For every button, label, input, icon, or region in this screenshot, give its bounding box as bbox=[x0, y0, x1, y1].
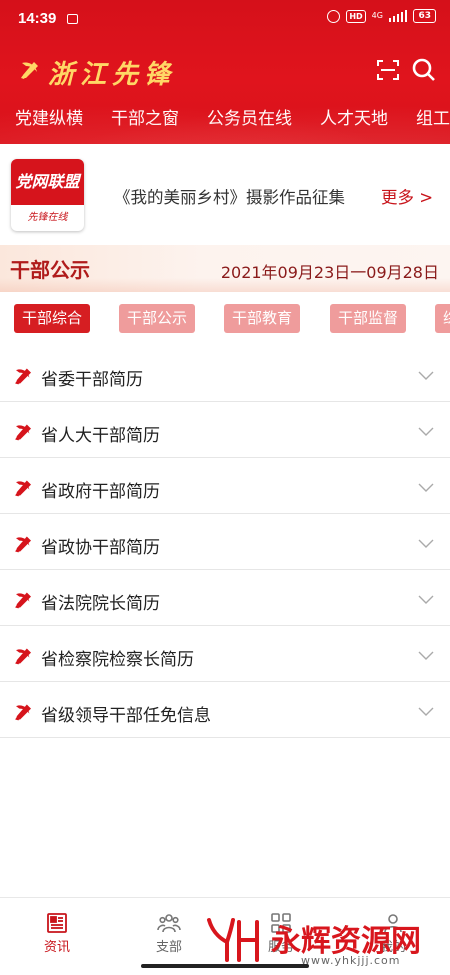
party-emblem-icon bbox=[15, 536, 31, 553]
list-item[interactable]: 省委干部简历 bbox=[0, 346, 450, 402]
chevron-down-icon bbox=[418, 483, 434, 492]
nav-tab-organization[interactable]: 组工 bbox=[416, 104, 450, 129]
nav-tab-cadre-window[interactable]: 干部之窗 bbox=[111, 104, 179, 129]
hd-badge: HD bbox=[346, 9, 366, 23]
tab-label: 资讯 bbox=[43, 940, 70, 955]
tab-news[interactable]: 资讯 bbox=[12, 898, 102, 968]
chevron-down-icon bbox=[418, 427, 434, 436]
party-emblem-icon bbox=[15, 368, 31, 385]
chevron-down-icon bbox=[418, 539, 434, 548]
chip-cadre-general[interactable]: 干部综合 bbox=[14, 304, 91, 333]
app-header: 14:39 HD 4G 63 浙江先锋 党建纵横 干部之窗 公务员在线 人才天地… bbox=[0, 0, 450, 144]
section-title: 干部公示 bbox=[10, 258, 90, 282]
tab-branch[interactable]: 支部 bbox=[124, 898, 214, 968]
top-nav-tabs: 党建纵横 干部之窗 公务员在线 人才天地 组工 bbox=[0, 100, 450, 134]
tab-label: 我的 bbox=[379, 940, 406, 955]
chip-cadre-supervision[interactable]: 干部监督 bbox=[330, 304, 407, 333]
list-item-label: 省委干部简历 bbox=[41, 370, 143, 390]
search-icon[interactable] bbox=[411, 57, 436, 82]
tab-label: 支部 bbox=[155, 940, 182, 955]
list-item[interactable]: 省政府干部简历 bbox=[0, 458, 450, 514]
tab-service[interactable]: 服务 bbox=[236, 898, 326, 968]
newspaper-icon bbox=[47, 913, 67, 933]
party-emblem-icon bbox=[21, 62, 38, 79]
party-emblem-icon bbox=[15, 592, 31, 609]
list-item-label: 省政协干部简历 bbox=[41, 538, 160, 558]
home-indicator bbox=[141, 964, 309, 968]
list-item[interactable]: 省级领导干部任免信息 bbox=[0, 682, 450, 738]
status-time: 14:39 bbox=[18, 10, 57, 27]
chevron-down-icon bbox=[418, 595, 434, 604]
chevron-down-icon bbox=[418, 371, 434, 380]
chevron-down-icon bbox=[418, 651, 434, 660]
cadre-resume-list: 省委干部简历 省人大干部简历 省政府干部简历 省政协干部简历 省法院院长简历省检察院检察… bbox=[0, 346, 450, 738]
party-alliance-logo[interactable]: 党网联盟 先锋在线 bbox=[11, 159, 84, 231]
category-chips: 干部综合 干部公示 干部教育 干部监督 综 bbox=[0, 304, 450, 334]
chip-cadre-notice[interactable]: 干部公示 bbox=[119, 304, 196, 333]
section-date-range: 2021年09月23日一09月28日 bbox=[220, 263, 439, 282]
nav-tab-talent[interactable]: 人才天地 bbox=[320, 104, 388, 129]
list-item[interactable]: 省政协干部简历 bbox=[0, 514, 450, 570]
status-icons: HD 4G 63 bbox=[327, 9, 436, 23]
list-item-label: 省人大干部简历 bbox=[41, 426, 160, 446]
battery-icon: 63 bbox=[413, 9, 436, 23]
tab-mine[interactable]: 我的 bbox=[348, 898, 438, 968]
party-emblem-icon bbox=[15, 424, 31, 441]
nav-tab-civil-servant[interactable]: 公务员在线 bbox=[207, 104, 292, 129]
chevron-down-icon bbox=[418, 707, 434, 716]
section-banner: 干部公示 2021年09月23日一09月28日 bbox=[0, 245, 450, 292]
logo-title: 党网联盟 bbox=[11, 159, 84, 205]
list-item[interactable]: 省法院院长简历 bbox=[0, 570, 450, 626]
nav-tab-party-building[interactable]: 党建纵横 bbox=[15, 104, 83, 129]
party-emblem-icon bbox=[15, 648, 31, 665]
list-item-label: 省检察院检察长简历 bbox=[41, 650, 194, 670]
chip-cadre-education[interactable]: 干部教育 bbox=[224, 304, 301, 333]
user-icon bbox=[384, 914, 402, 933]
list-item-label: 省政府干部简历 bbox=[41, 482, 160, 502]
list-item[interactable]: 省检察院检察长简历 bbox=[0, 626, 450, 682]
scan-icon[interactable] bbox=[376, 58, 400, 82]
logo-subtitle: 先锋在线 bbox=[27, 212, 68, 223]
grid-icon bbox=[271, 913, 291, 933]
network-label: 4G bbox=[371, 11, 383, 20]
status-bar: 14:39 HD 4G 63 bbox=[0, 0, 450, 38]
list-item-label: 省法院院长简历 bbox=[41, 594, 160, 614]
party-emblem-icon bbox=[15, 480, 31, 497]
party-emblem-icon bbox=[15, 704, 31, 721]
logo-row: 浙江先锋 bbox=[0, 50, 450, 90]
signal-icon bbox=[388, 10, 408, 22]
list-item-label: 省级领导干部任免信息 bbox=[41, 706, 211, 726]
more-link[interactable]: 更多 > bbox=[381, 184, 433, 208]
app-title: 浙江先锋 bbox=[48, 60, 177, 90]
tab-label: 服务 bbox=[267, 940, 294, 955]
list-item[interactable]: 省人大干部简历 bbox=[0, 402, 450, 458]
chip-more[interactable]: 综 bbox=[435, 304, 450, 333]
notification-icon bbox=[67, 14, 78, 24]
notice-headline[interactable]: 《我的美丽乡村》摄影作品征集 bbox=[114, 184, 345, 208]
alarm-icon bbox=[327, 9, 341, 23]
group-icon bbox=[157, 914, 181, 933]
